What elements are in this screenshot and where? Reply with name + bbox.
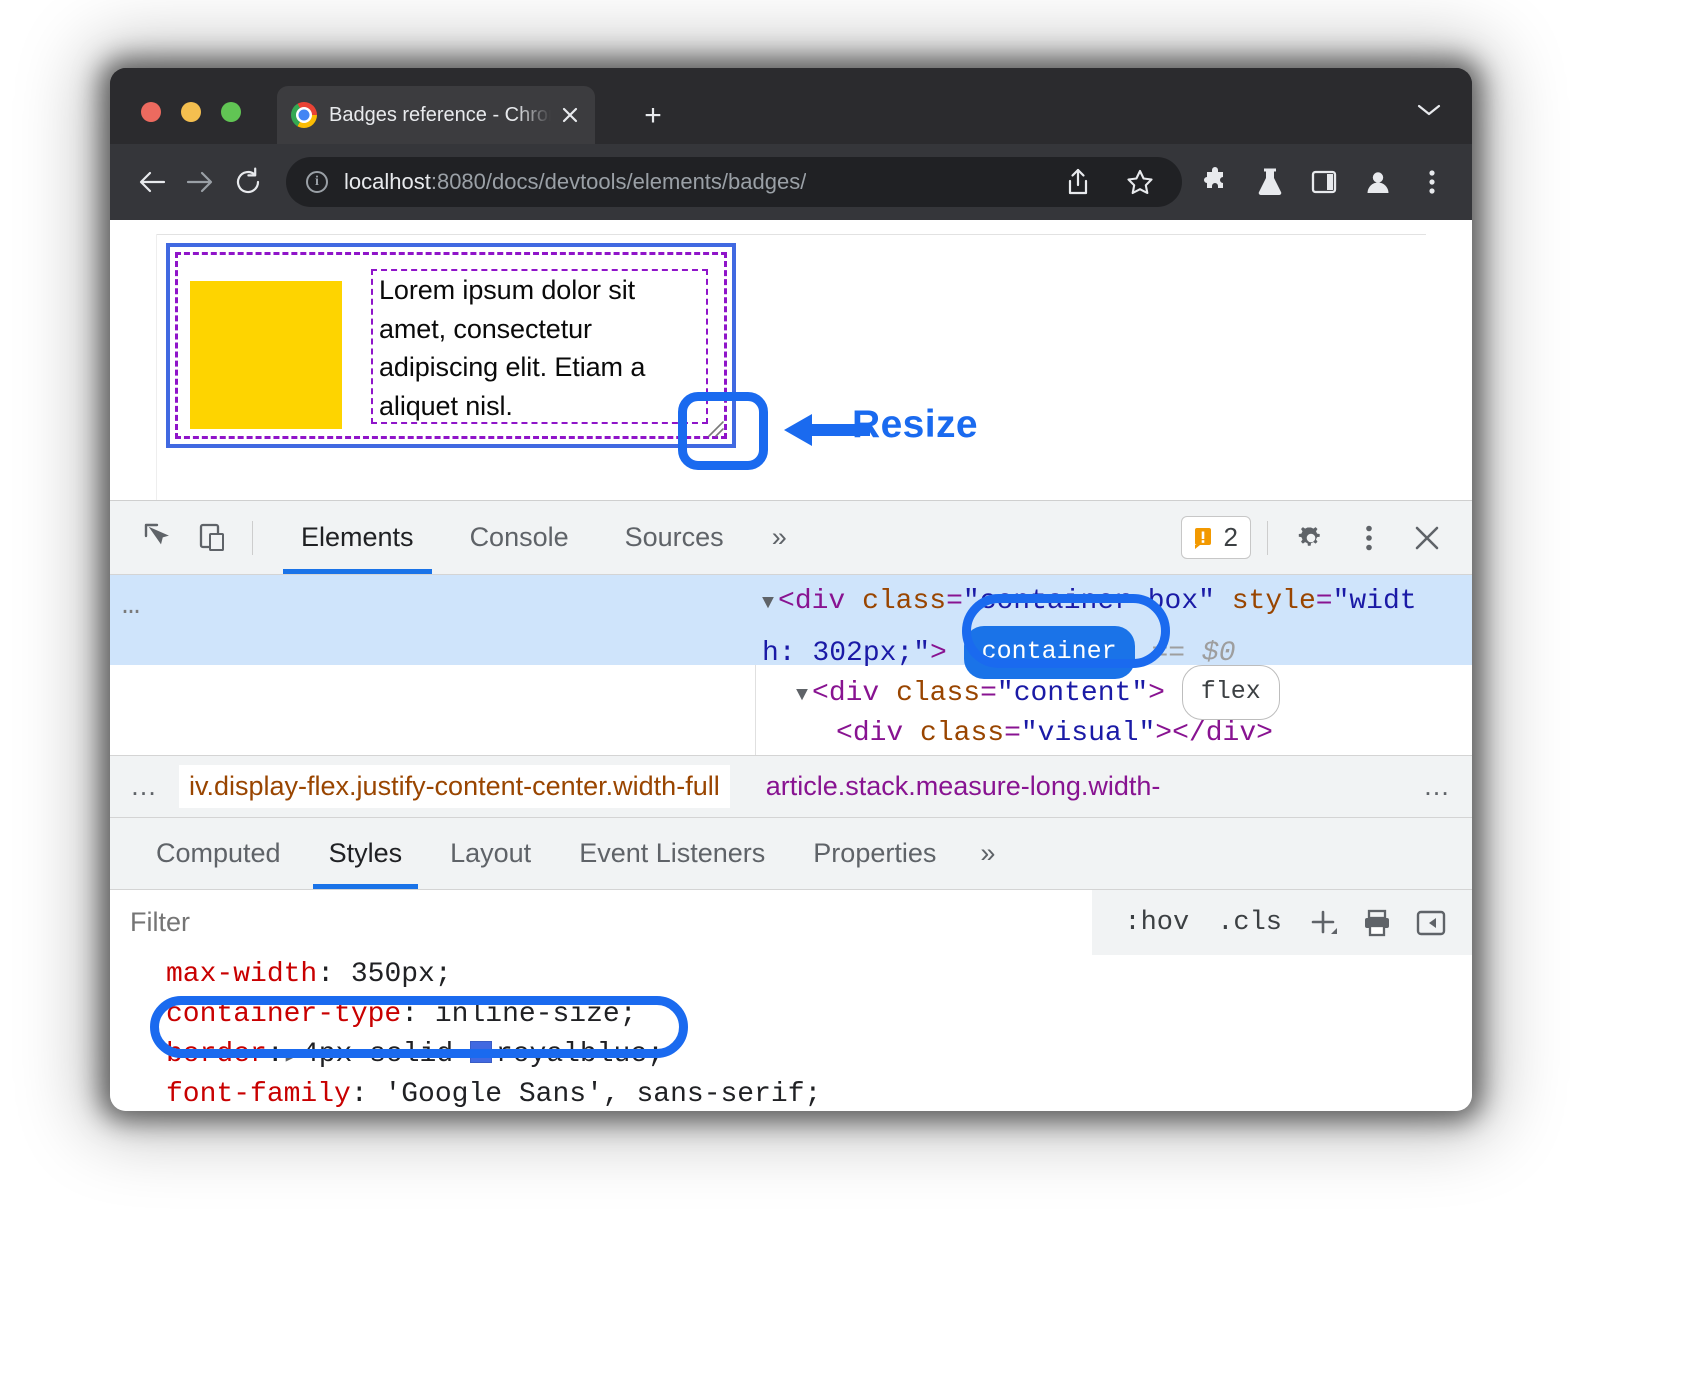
css-property-value-3[interactable]: 'Google Sans', sans-serif: [384, 1079, 804, 1110]
url-path: :8080/docs/devtools/elements/badges/: [431, 169, 806, 194]
tab-event-listeners[interactable]: Event Listeners: [555, 818, 789, 889]
share-icon[interactable]: [1056, 160, 1100, 204]
device-toolbar-icon[interactable]: [186, 511, 240, 565]
dom-tree: … ▼<div class="container-box" style="wid…: [110, 575, 1472, 755]
forward-button[interactable]: [176, 158, 224, 206]
dom-row-code-3: <div class="visual"></div>: [836, 711, 1472, 755]
annotation-ring-container-badge: [962, 594, 1170, 668]
styles-sidebar-tabbar: Computed Styles Layout Event Listeners P…: [110, 817, 1472, 889]
styles-filter-row: :hov .cls: [110, 889, 1472, 955]
window-traffic-lights: [141, 102, 241, 122]
container-box-element: Lorem ipsum dolor sit amet, consectetur …: [166, 243, 736, 448]
expand-triangle-icon[interactable]: ▼: [762, 592, 774, 615]
annotation-ring-resize: [678, 392, 768, 470]
address-bar[interactable]: i localhost:8080/docs/devtools/elements/…: [286, 157, 1182, 207]
star-icon[interactable]: [1118, 160, 1162, 204]
warning-count: 2: [1224, 522, 1238, 553]
maximize-window-button[interactable]: [221, 102, 241, 122]
extensions-puzzle-icon[interactable]: [1194, 160, 1238, 204]
new-tab-button[interactable]: +: [638, 101, 668, 131]
breadcrumb-right-ellipsis[interactable]: …: [1403, 771, 1472, 802]
toolbar-divider-2: [1267, 521, 1268, 555]
cls-toggle[interactable]: .cls: [1203, 908, 1296, 938]
hov-toggle[interactable]: :hov: [1110, 908, 1203, 938]
annotation-label-resize: Resize: [852, 403, 978, 447]
reload-button[interactable]: [224, 158, 272, 206]
browser-navigation-bar: i localhost:8080/docs/devtools/elements/…: [110, 144, 1472, 220]
css-declaration-font-family[interactable]: font-family: 'Google Sans', sans-serif;: [110, 1075, 1472, 1111]
expand-triangle-icon-2[interactable]: ▼: [796, 684, 808, 707]
profile-avatar-icon[interactable]: [1356, 160, 1400, 204]
back-button[interactable]: [128, 158, 176, 206]
sidebar-more-tabs-icon[interactable]: »: [960, 838, 1015, 869]
site-info-icon[interactable]: i: [306, 171, 328, 193]
dom-ellipsis[interactable]: …: [122, 589, 142, 623]
browser-toolbar-icons: [1194, 160, 1454, 204]
tab-properties[interactable]: Properties: [789, 818, 960, 889]
text-block-element: Lorem ipsum dolor sit amet, consectetur …: [371, 269, 708, 424]
dom-breadcrumb: … iv.display-flex.justify-content-center…: [110, 755, 1472, 817]
breadcrumb-item-2[interactable]: article.stack.measure-long.width-: [764, 771, 1163, 802]
tab-layout[interactable]: Layout: [426, 818, 555, 889]
browser-menu-kebab-icon[interactable]: [1410, 160, 1454, 204]
tab-sources[interactable]: Sources: [597, 501, 752, 574]
css-declaration-max-width[interactable]: max-width: 350px;: [110, 955, 1472, 995]
css-property-value-0[interactable]: 350px: [351, 959, 435, 990]
page-viewport: Lorem ipsum dolor sit amet, consectetur …: [110, 220, 1472, 500]
close-devtools-icon[interactable]: [1400, 511, 1454, 565]
browser-tab[interactable]: Badges reference - Chrome De: [277, 86, 595, 144]
devtools-toolbar: Elements Console Sources »: [110, 501, 1472, 575]
tab-styles[interactable]: Styles: [305, 818, 427, 889]
kebab-menu-icon[interactable]: [1342, 511, 1396, 565]
breadcrumb-left-ellipsis[interactable]: …: [110, 771, 179, 802]
browser-tabstrip: Badges reference - Chrome De +: [110, 68, 1472, 144]
annotation-ring-container-type: [150, 996, 688, 1058]
tab-computed[interactable]: Computed: [132, 818, 305, 889]
devtools-tabbar: Elements Console Sources »: [273, 501, 807, 574]
warning-triangle-icon: [1190, 525, 1216, 551]
browser-tab-title: Badges reference - Chrome De: [329, 104, 551, 127]
more-tabs-icon[interactable]: »: [752, 522, 807, 553]
devtools-toolbar-right: 2: [1181, 511, 1472, 565]
omnibox-actions: [1040, 160, 1162, 204]
plus-icon[interactable]: [1296, 896, 1350, 950]
lorem-paragraph: Lorem ipsum dolor sit amet, consectetur …: [379, 271, 700, 425]
close-icon[interactable]: [557, 102, 583, 128]
side-panel-icon[interactable]: [1302, 160, 1346, 204]
styles-filter-actions: :hov .cls: [1092, 890, 1472, 955]
breadcrumb-item-1[interactable]: iv.display-flex.justify-content-center.w…: [179, 765, 730, 808]
chevron-down-icon[interactable]: [1416, 102, 1442, 118]
address-bar-url: localhost:8080/docs/devtools/elements/ba…: [344, 169, 806, 195]
screenshot-root: Badges reference - Chrome De +: [0, 0, 1708, 1380]
url-host: localhost: [344, 169, 431, 194]
toggle-sidebar-icon[interactable]: [1404, 896, 1458, 950]
tab-elements[interactable]: Elements: [273, 501, 442, 574]
dom-row-container-box[interactable]: … ▼<div class="container-box" style="wid…: [110, 575, 1472, 665]
visual-element: [190, 281, 342, 429]
close-window-button[interactable]: [141, 102, 161, 122]
dom-row-content[interactable]: ▼<div class="content"> flex: [110, 665, 1472, 711]
browser-window: Badges reference - Chrome De +: [110, 68, 1472, 1111]
print-media-icon[interactable]: [1350, 896, 1404, 950]
gear-icon[interactable]: [1284, 511, 1338, 565]
lab-flask-icon[interactable]: [1248, 160, 1292, 204]
chrome-logo-icon: [291, 102, 317, 128]
tab-console[interactable]: Console: [442, 501, 597, 574]
css-property-name-3[interactable]: font-family: [166, 1079, 351, 1110]
inspect-cursor-icon[interactable]: [132, 511, 186, 565]
toolbar-divider: [252, 521, 253, 555]
warning-badge[interactable]: 2: [1181, 516, 1251, 559]
page-divider: [156, 234, 1426, 235]
css-property-name-0[interactable]: max-width: [166, 959, 317, 990]
filter-input[interactable]: [110, 906, 1092, 939]
content-flex-element: Lorem ipsum dolor sit amet, consectetur …: [190, 269, 712, 424]
dom-row-visual[interactable]: <div class="visual"></div>: [110, 711, 1472, 755]
minimize-window-button[interactable]: [181, 102, 201, 122]
page-left-rule: [156, 234, 157, 500]
